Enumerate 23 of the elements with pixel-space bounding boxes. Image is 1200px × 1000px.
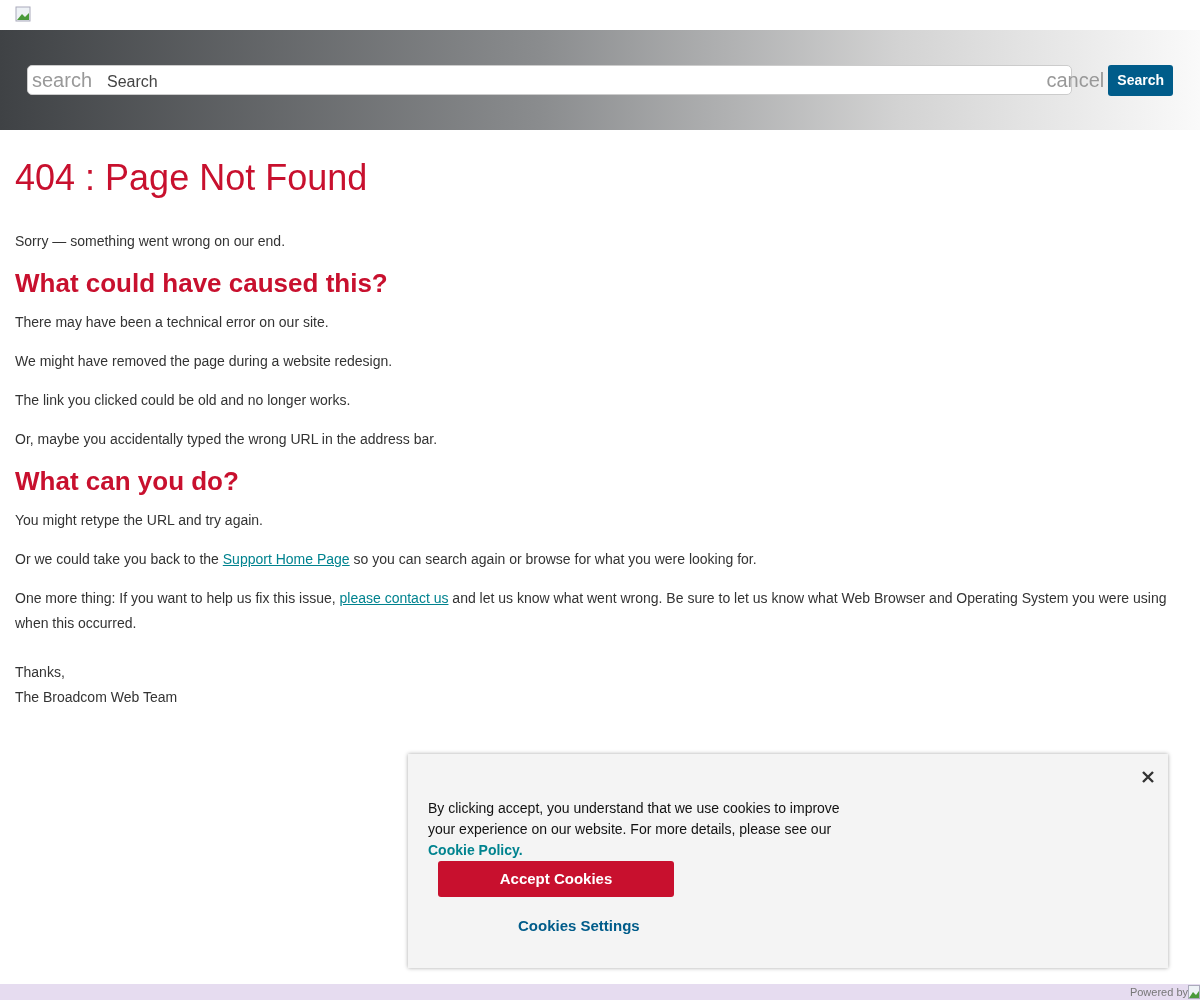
intro-text: Sorry — something went wrong on our end. bbox=[15, 232, 287, 252]
text-link[interactable]: please contact us bbox=[339, 589, 449, 606]
powered-by-text: Powered by bbox=[1129, 984, 1188, 1000]
paragraph: The link you clicked could be old and no longer works. bbox=[15, 390, 352, 410]
section-heading: What could have caused this? bbox=[15, 268, 389, 300]
cookie-notice-text: By clicking accept, you understand that we use cookies to improve your experience on our website. For more details, please see our Cookie Policy. bbox=[428, 799, 841, 860]
text-link[interactable]: Support Home Page bbox=[222, 550, 350, 567]
search-label: Search bbox=[107, 72, 158, 92]
signoff-text: Thanks, The Broadcom Web Team bbox=[15, 663, 179, 708]
accept-cookies-button[interactable]: Accept Cookies bbox=[438, 861, 674, 897]
cookie-policy-link[interactable]: Cookie Policy. bbox=[428, 842, 523, 858]
paragraph: There may have been a technical error on our site. bbox=[15, 312, 330, 332]
broken-image-icon bbox=[1188, 985, 1200, 999]
paragraph: You might retype the URL and try again. bbox=[15, 510, 264, 530]
paragraph: Or we could take you back to the Support Home Page so you can search again or browse for what you were looking for. bbox=[15, 549, 758, 569]
paragraph: Or, maybe you accidentally typed the wrong URL in the address bar. bbox=[15, 430, 439, 450]
page-title: 404 : Page Not Found bbox=[15, 156, 369, 200]
search-button[interactable]: Search bbox=[1108, 64, 1173, 96]
cookies-settings-button[interactable]: Cookies Settings bbox=[518, 911, 640, 942]
section-heading: What can you do? bbox=[15, 466, 240, 498]
broken-image-icon bbox=[15, 6, 31, 22]
paragraph: We might have removed the page during a website redesign. bbox=[15, 351, 394, 371]
paragraph: One more thing: If you want to help us fix this issue, please contact us and let us know what went wrong. Be sure to let us know what Web Browser and Operating System you were using when this occurred. bbox=[15, 588, 1168, 634]
